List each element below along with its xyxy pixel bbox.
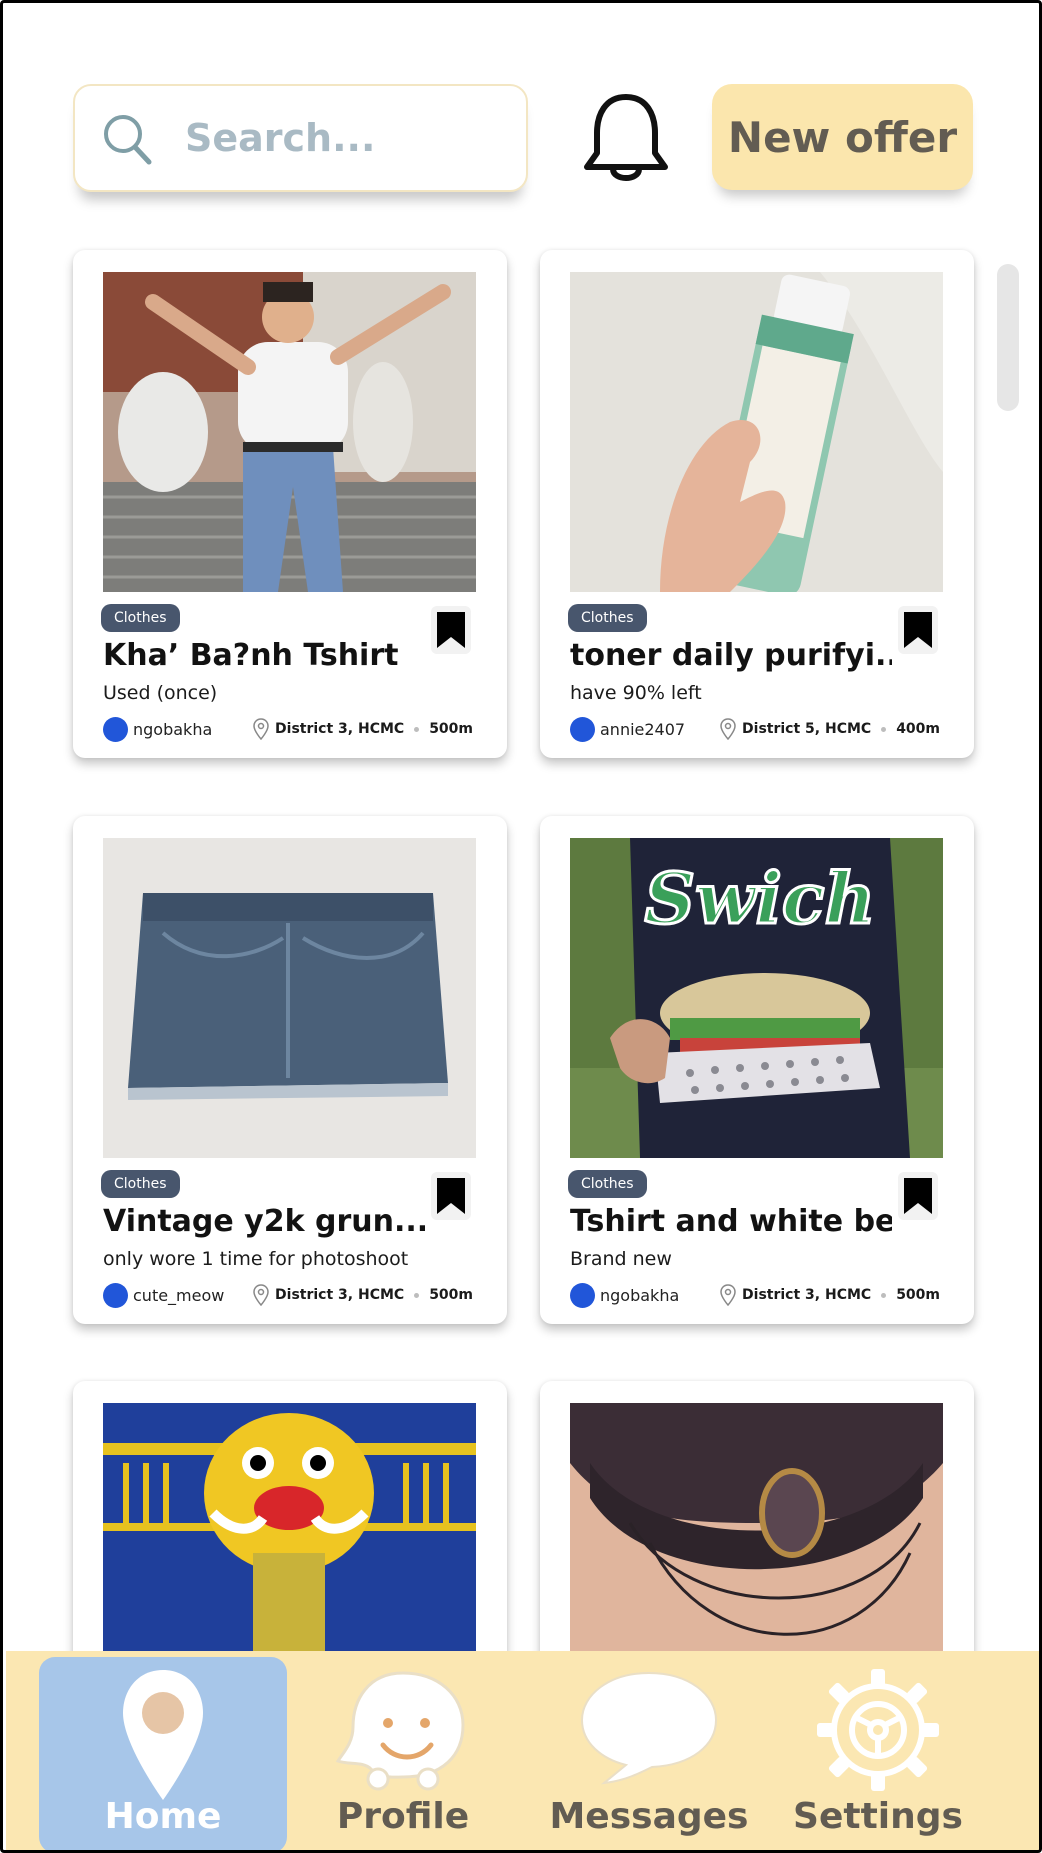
location-text: District 3, HCMC: [275, 1287, 405, 1303]
category-badge[interactable]: Clothes: [101, 604, 180, 632]
new-offer-button[interactable]: New offer: [712, 84, 973, 190]
bell-icon[interactable]: [581, 89, 671, 189]
avatar: [570, 716, 595, 742]
listing-title[interactable]: toner daily purifyi...: [570, 638, 892, 673]
nav-profile[interactable]: Profile: [287, 1657, 519, 1850]
separator-dot: [881, 726, 887, 732]
listing-owner[interactable]: ngobakha: [570, 1282, 679, 1308]
search-input[interactable]: [185, 106, 505, 170]
bookmark-icon: [437, 612, 465, 648]
svg-text:Swich: Swich: [645, 857, 876, 940]
bookmark-button[interactable]: [431, 1172, 471, 1220]
separator-dot: [414, 726, 420, 732]
listing-card[interactable]: Clothes toner daily purifyi... have 90% …: [540, 250, 974, 758]
location-pin-icon: [253, 718, 269, 740]
bookmark-button[interactable]: [898, 1172, 938, 1220]
listing-owner[interactable]: annie2407: [570, 716, 685, 742]
app-screen: New offer: [0, 0, 1042, 1853]
listing-photo: [570, 272, 943, 592]
location-text: District 5, HCMC: [742, 721, 872, 737]
listing-photo: [103, 838, 476, 1158]
location-pin-icon: [253, 1284, 269, 1306]
nav-home[interactable]: Home: [39, 1657, 287, 1850]
location-pin-icon: [720, 1284, 736, 1306]
listing-card[interactable]: Swich Clothes Tshirt and white bell Bran…: [540, 816, 974, 1324]
listing-owner[interactable]: cute_meow: [103, 1282, 224, 1308]
nav-settings[interactable]: Settings: [778, 1657, 978, 1850]
listing-location: District 3, HCMC 500m: [253, 716, 473, 742]
search-icon: [104, 115, 152, 165]
listing-photo: [103, 272, 476, 592]
owner-name: ngobakha: [600, 1285, 680, 1305]
category-badge[interactable]: Clothes: [568, 1170, 647, 1198]
nav-messages-label: Messages: [549, 1796, 749, 1837]
location-text: District 3, HCMC: [742, 1287, 872, 1303]
listing-title[interactable]: Tshirt and white bell: [570, 1204, 892, 1239]
location-text: District 3, HCMC: [275, 721, 405, 737]
listing-description: Used (once): [103, 682, 218, 704]
nav-messages[interactable]: Messages: [549, 1657, 749, 1850]
separator-dot: [881, 1292, 887, 1298]
speech-bubble-icon: [580, 1671, 718, 1785]
listing-description: have 90% left: [570, 682, 702, 704]
listing-photo: Swich: [570, 838, 943, 1158]
bookmark-button[interactable]: [898, 606, 938, 654]
bookmark-button[interactable]: [431, 606, 471, 654]
search-bar[interactable]: [73, 84, 528, 192]
bottom-navigation: Home Profile Messages Settings: [6, 1651, 1039, 1850]
separator-dot: [414, 1292, 420, 1298]
listing-title[interactable]: Vintage y2k grun...: [103, 1204, 425, 1239]
bookmark-icon: [437, 1178, 465, 1214]
distance-text: 500m: [429, 1287, 473, 1303]
listing-owner[interactable]: ngobakha: [103, 716, 212, 742]
category-badge[interactable]: Clothes: [101, 1170, 180, 1198]
avatar: [103, 716, 128, 742]
owner-name: ngobakha: [133, 719, 213, 739]
scrollbar-thumb[interactable]: [997, 264, 1019, 411]
listing-description: Brand new: [570, 1248, 672, 1270]
listing-card[interactable]: Clothes Kha’ Ba?nh Tshirt Used (once) ng…: [73, 250, 507, 758]
avatar: [103, 1282, 128, 1308]
distance-text: 500m: [429, 721, 473, 737]
nav-profile-label: Profile: [336, 1796, 470, 1837]
smiley-ghost-icon: [335, 1671, 465, 1791]
bookmark-icon: [904, 612, 932, 648]
listing-location: District 3, HCMC 500m: [253, 1282, 473, 1308]
listing-title[interactable]: Kha’ Ba?nh Tshirt: [103, 638, 425, 673]
listing-card[interactable]: Clothes Vintage y2k grun... only wore 1 …: [73, 816, 507, 1324]
gear-icon: [817, 1669, 939, 1791]
distance-text: 500m: [896, 1287, 940, 1303]
location-pin-icon: [720, 718, 736, 740]
nav-settings-label: Settings: [793, 1796, 963, 1837]
listing-location: District 5, HCMC 400m: [720, 716, 940, 742]
category-badge[interactable]: Clothes: [568, 604, 647, 632]
bookmark-icon: [904, 1178, 932, 1214]
owner-name: annie2407: [600, 719, 686, 739]
distance-text: 400m: [896, 721, 940, 737]
map-pin-icon: [123, 1670, 203, 1800]
owner-name: cute_meow: [133, 1285, 225, 1305]
listing-location: District 3, HCMC 500m: [720, 1282, 940, 1308]
avatar: [570, 1282, 595, 1308]
listing-description: only wore 1 time for photoshoot: [103, 1248, 409, 1270]
